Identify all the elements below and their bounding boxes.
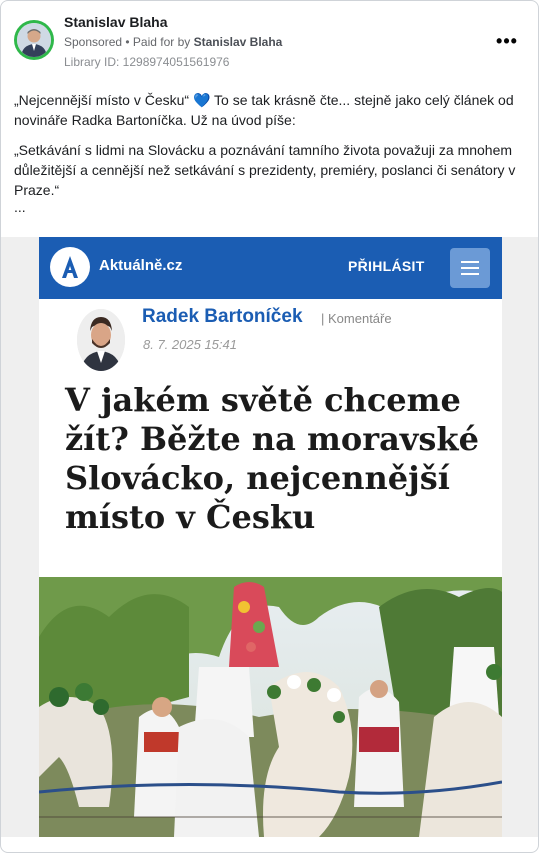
hamburger-menu-icon xyxy=(450,248,490,288)
more-options-icon[interactable]: ••• xyxy=(495,29,519,53)
article-photo xyxy=(39,577,502,837)
post-text-part: „Nejcennější místo v Česku“ xyxy=(14,92,193,108)
post-paragraph-quote: „Setkávání s lidmi na Slovácku a poznává… xyxy=(14,142,516,198)
author-photo xyxy=(77,309,125,371)
site-logo-icon xyxy=(50,247,90,287)
site-name: Aktuálně.cz xyxy=(99,257,183,274)
post-text: „Nejcennější místo v Česku“ 💙 To se tak … xyxy=(14,90,526,214)
sponsored-line: Sponsored • Paid for by Stanislav Blaha xyxy=(64,35,282,49)
article-date: 8. 7. 2025 15:41 xyxy=(143,337,237,352)
library-id: Library ID: 1298974051561976 xyxy=(64,55,230,69)
see-more-ellipsis[interactable]: ... xyxy=(14,200,526,214)
ad-post-card: Stanislav Blaha Sponsored • Paid for by … xyxy=(0,0,539,853)
article-author: Radek Bartoníček xyxy=(142,306,303,327)
page-avatar[interactable] xyxy=(14,20,54,60)
post-paragraph-1: „Nejcennější místo v Česku“ 💙 To se tak … xyxy=(14,90,526,130)
article-section: | Komentáře xyxy=(321,311,392,326)
advertiser-name[interactable]: Stanislav Blaha xyxy=(64,14,168,30)
post-header: Stanislav Blaha Sponsored • Paid for by … xyxy=(1,1,538,81)
paid-for-prefix: • Paid for by xyxy=(122,35,194,49)
site-topbar: Aktuálně.cz PŘIHLÁSIT xyxy=(39,237,502,299)
avatar-photo xyxy=(17,23,51,57)
ad-creative[interactable]: Aktuálně.cz PŘIHLÁSIT Radek Bartoníček |… xyxy=(1,237,538,837)
article-headline: V jakém světě chceme žít? Běžte na morav… xyxy=(65,381,479,536)
login-button: PŘIHLÁSIT xyxy=(348,258,425,274)
section-label: Komentáře xyxy=(324,311,392,326)
paid-for-name[interactable]: Stanislav Blaha xyxy=(194,35,283,49)
article-screenshot: Aktuálně.cz PŘIHLÁSIT Radek Bartoníček |… xyxy=(39,237,502,837)
sponsored-label: Sponsored xyxy=(64,35,123,49)
blue-heart-icon: 💙 xyxy=(192,92,211,108)
